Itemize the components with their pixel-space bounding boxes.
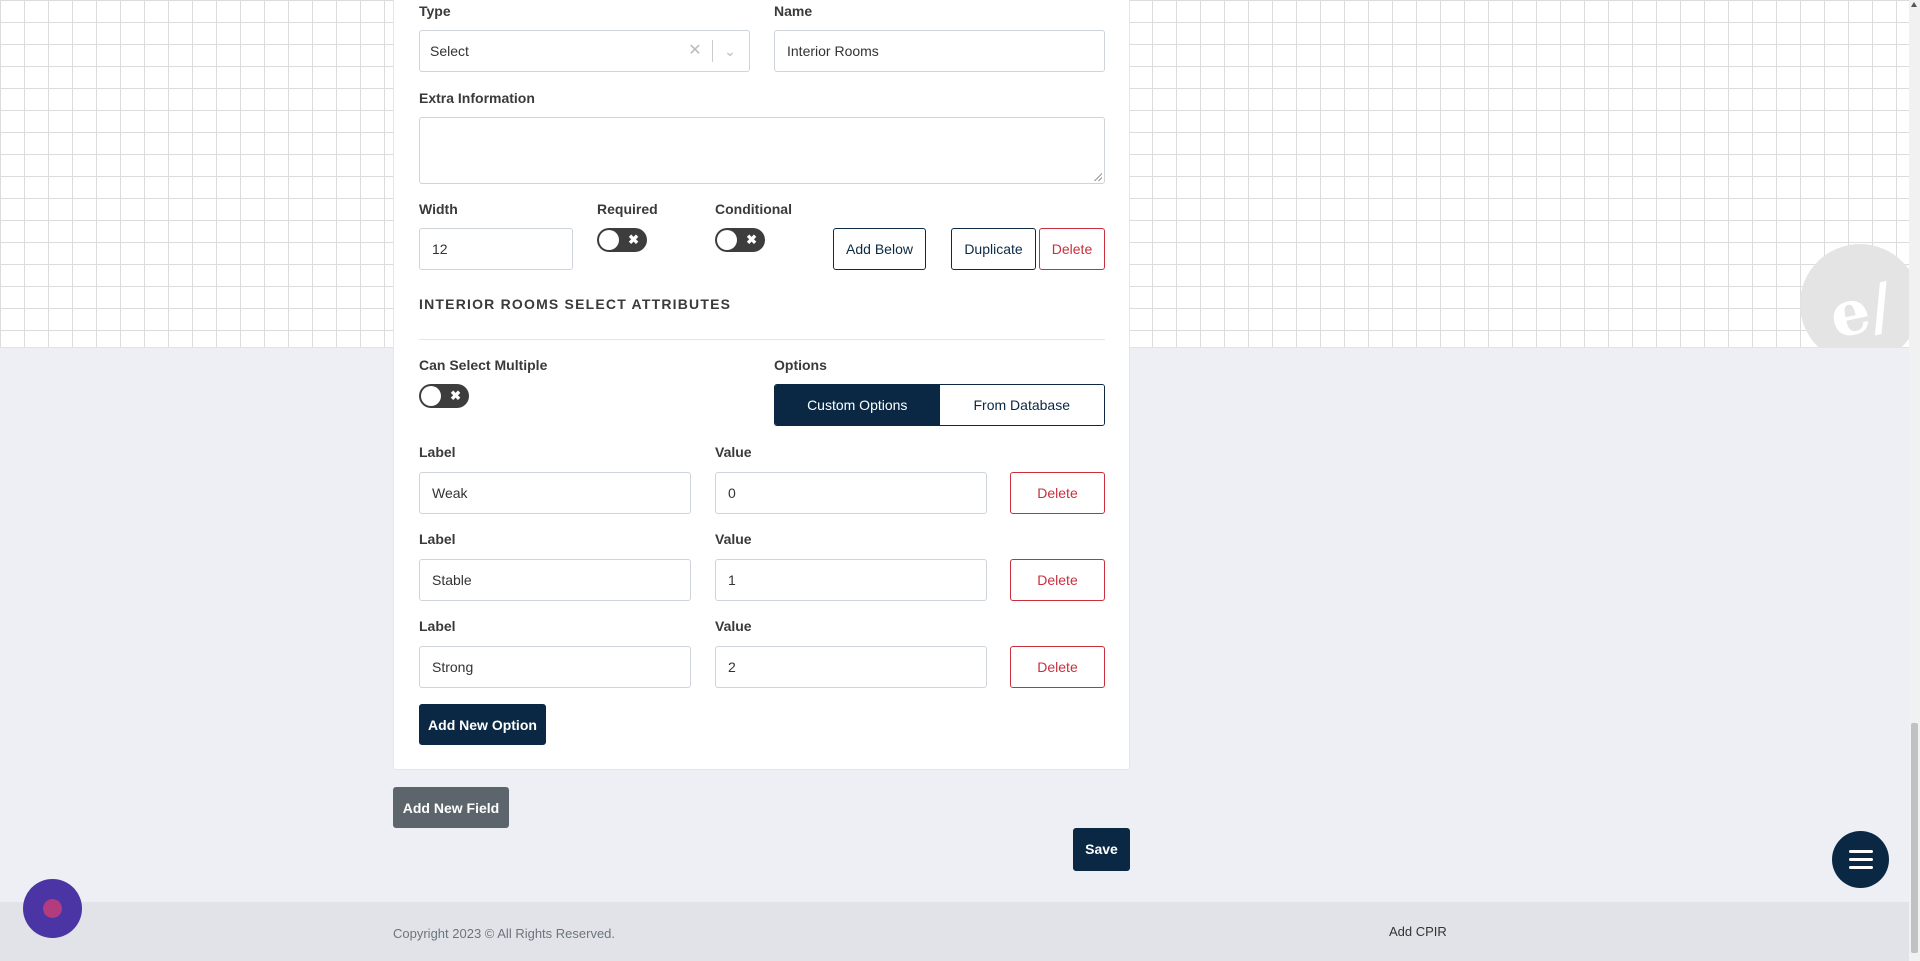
scroll-up-icon[interactable] — [1911, 2, 1917, 7]
close-icon[interactable]: ✕ — [685, 31, 705, 71]
option-value-caption: Value — [715, 618, 752, 634]
width-label: Width — [419, 201, 458, 217]
name-input[interactable]: Interior Rooms — [774, 30, 1105, 72]
add-below-button[interactable]: Add Below — [833, 228, 926, 270]
type-select[interactable]: Select ✕ ⌄ — [419, 30, 750, 72]
close-icon: ✖ — [628, 232, 639, 247]
copyright-text: Copyright 2023 © All Rights Reserved. — [393, 926, 616, 941]
from-database-button[interactable]: From Database — [939, 385, 1104, 425]
type-select-value: Select — [430, 43, 469, 59]
options-source-toggle: Custom Options From Database — [774, 384, 1105, 426]
section-divider — [419, 339, 1105, 340]
toggle-knob — [599, 230, 619, 250]
menu-bars — [1849, 850, 1873, 870]
conditional-label: Conditional — [715, 201, 792, 217]
can-select-multiple-label: Can Select Multiple — [419, 357, 548, 373]
field-editor-card: Type Select ✕ ⌄ Name Interior Rooms Extr… — [393, 0, 1130, 770]
add-cpir-link[interactable]: Add CPIR — [1389, 924, 1447, 939]
option-value-input[interactable]: 1 — [715, 559, 987, 601]
toggle-knob — [421, 386, 441, 406]
add-new-option-button[interactable]: Add New Option — [419, 704, 546, 745]
save-button[interactable]: Save — [1073, 828, 1130, 871]
delete-option-button[interactable]: Delete — [1010, 646, 1105, 688]
option-label-input[interactable]: Weak — [419, 472, 691, 514]
delete-option-button[interactable]: Delete — [1010, 559, 1105, 601]
delete-field-button[interactable]: Delete — [1039, 228, 1105, 270]
chevron-down-icon[interactable]: ⌄ — [719, 31, 741, 71]
option-label-caption: Label — [419, 444, 456, 460]
select-separator — [712, 40, 713, 62]
delete-option-button[interactable]: Delete — [1010, 472, 1105, 514]
custom-options-button[interactable]: Custom Options — [775, 385, 940, 425]
options-label: Options — [774, 357, 827, 373]
footer — [0, 902, 1909, 961]
duplicate-button[interactable]: Duplicate — [951, 228, 1036, 270]
option-value-caption: Value — [715, 444, 752, 460]
option-label-input[interactable]: Stable — [419, 559, 691, 601]
vertical-scrollbar[interactable] — [1909, 0, 1920, 961]
required-label: Required — [597, 201, 658, 217]
close-icon: ✖ — [450, 388, 461, 403]
attributes-section-title: INTERIOR ROOMS SELECT ATTRIBUTES — [419, 296, 732, 312]
scrollbar-thumb[interactable] — [1911, 723, 1918, 953]
option-label-input[interactable]: Strong — [419, 646, 691, 688]
option-value-caption: Value — [715, 531, 752, 547]
option-label-caption: Label — [419, 531, 456, 547]
required-toggle[interactable]: ✖ — [597, 228, 647, 252]
width-input[interactable]: 12 — [419, 228, 573, 270]
extra-information-label: Extra Information — [419, 90, 535, 106]
chat-icon[interactable] — [23, 879, 82, 938]
name-label: Name — [774, 3, 813, 19]
resize-grip-icon[interactable] — [1094, 173, 1102, 181]
hamburger-icon[interactable] — [1832, 831, 1889, 888]
conditional-toggle[interactable]: ✖ — [715, 228, 765, 252]
chat-launcher-dot — [43, 899, 62, 918]
extra-information-textarea[interactable] — [419, 117, 1105, 184]
option-value-input[interactable]: 2 — [715, 646, 987, 688]
type-label: Type — [419, 3, 451, 19]
can-select-multiple-toggle[interactable]: ✖ — [419, 384, 469, 408]
add-new-field-button[interactable]: Add New Field — [393, 787, 509, 828]
toggle-knob — [717, 230, 737, 250]
option-value-input[interactable]: 0 — [715, 472, 987, 514]
watermark-logo: e/ — [1800, 244, 1920, 348]
close-icon: ✖ — [746, 232, 757, 247]
option-label-caption: Label — [419, 618, 456, 634]
